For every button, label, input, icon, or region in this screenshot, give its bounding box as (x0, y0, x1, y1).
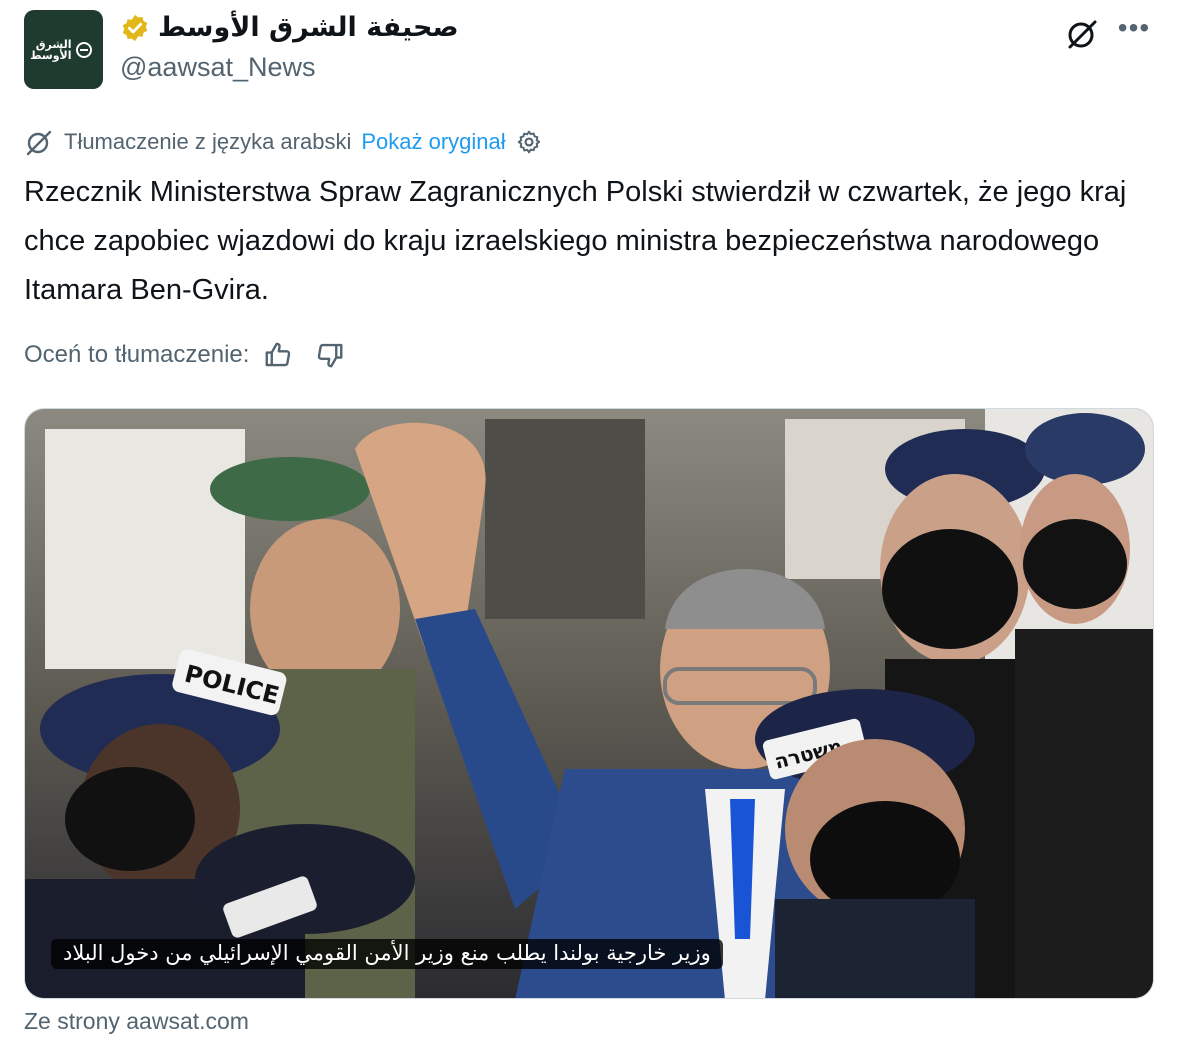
thumbs-up-icon[interactable] (263, 340, 293, 370)
translation-bar: Tłumaczenie z języka arabski Pokaż orygi… (24, 126, 542, 158)
more-options-icon[interactable]: ••• (1116, 14, 1152, 48)
author-handle[interactable]: @aawsat_News (120, 52, 316, 83)
thumbs-down-icon[interactable] (315, 340, 345, 370)
translate-icon (26, 130, 52, 156)
globe-logo-icon (75, 41, 92, 58)
translation-label: Tłumaczenie z języka arabski (64, 129, 352, 154)
author-display-name[interactable]: صحيفة الشرق الأوسط (158, 12, 459, 43)
avatar[interactable]: الشرق الأوسط (24, 10, 103, 89)
news-photo[interactable]: POLICE משטרה (25, 409, 1154, 999)
author-name-row: صحيفة الشرق الأوسط (120, 12, 459, 43)
media-card[interactable]: POLICE משטרה وزير خارجية بولندا يطلب منع… (24, 408, 1154, 999)
avatar-logo-text: الشرق الأوسط (30, 37, 72, 62)
translation-rating: Oceń to tłumaczenie: (24, 340, 345, 370)
image-caption: وزير خارجية بولندا يطلب منع وزير الأمن ا… (51, 939, 723, 969)
settings-icon[interactable] (516, 129, 542, 155)
link-source[interactable]: Ze strony aawsat.com (24, 1008, 249, 1035)
tweet-text: Rzecznik Ministerstwa Spraw Zagranicznyc… (24, 176, 1127, 306)
tweet-post: الشرق الأوسط صحيفة الشرق الأوسط @aawsat_… (0, 0, 1180, 1058)
show-original-link[interactable]: Pokaż oryginał (361, 129, 505, 155)
rating-label: Oceń to tłumaczenie: (24, 341, 250, 368)
grok-icon[interactable] (1064, 16, 1100, 52)
verified-badge-icon (122, 14, 148, 41)
